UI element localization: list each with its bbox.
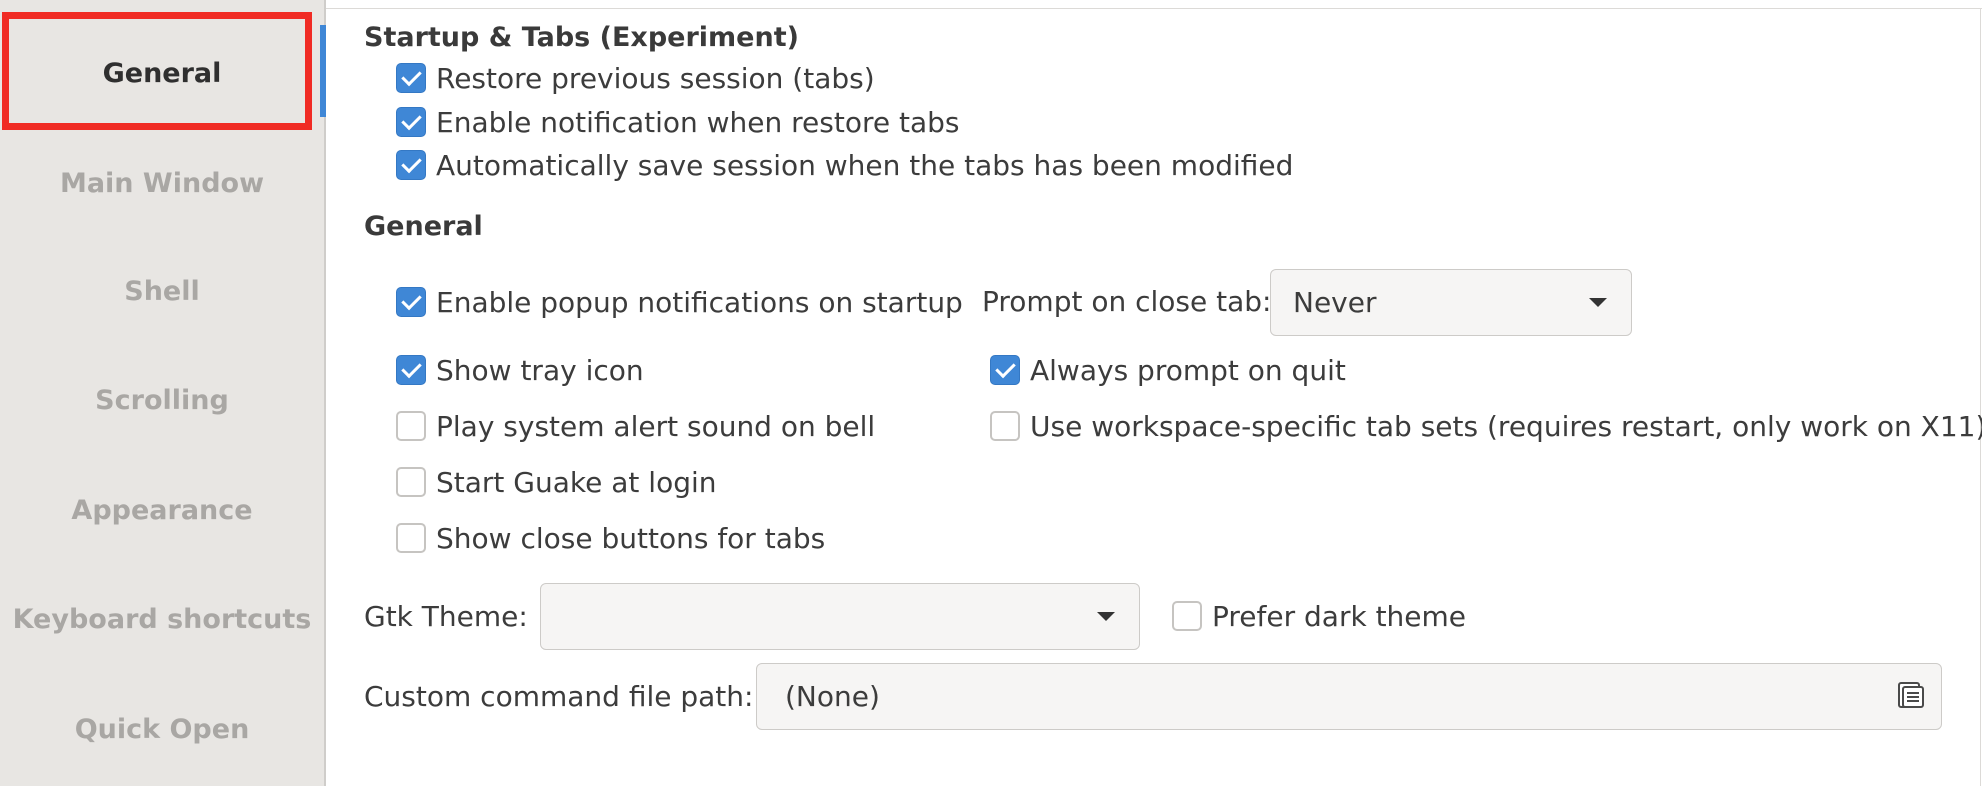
sidebar-item-scrolling[interactable]: Scrolling [0, 345, 324, 455]
restore-session-label: Restore previous session (tabs) [436, 61, 875, 95]
show-tray-icon-checkbox[interactable]: Show tray icon [396, 352, 644, 388]
top-divider [326, 8, 1982, 9]
sidebar-item-keyboard-shortcuts[interactable]: Keyboard shortcuts [0, 564, 324, 674]
start-at-login-label: Start Guake at login [436, 465, 717, 499]
check-icon [396, 150, 426, 180]
workspace-tab-sets-checkbox[interactable]: Use workspace-specific tab sets (require… [990, 408, 1982, 444]
custom-cmd-file-chooser[interactable]: (None) [756, 663, 1942, 730]
prompt-close-tab-dropdown[interactable]: Never [1270, 269, 1632, 336]
restore-notification-checkbox[interactable]: Enable notification when restore tabs [396, 104, 960, 140]
alert-sound-checkbox[interactable]: Play system alert sound on bell [396, 408, 875, 444]
custom-cmd-label: Custom command file path: [364, 680, 754, 713]
restore-notification-label: Enable notification when restore tabs [436, 105, 960, 139]
active-tab-indicator [320, 25, 326, 117]
prompt-close-tab-value: Never [1293, 286, 1377, 319]
chevron-down-icon [1589, 298, 1607, 307]
alert-sound-label: Play system alert sound on bell [436, 409, 876, 443]
prefer-dark-theme-checkbox[interactable]: Prefer dark theme [1172, 598, 1466, 634]
chevron-down-icon [1097, 612, 1115, 621]
right-divider [1980, 8, 1981, 786]
workspace-tab-sets-label: Use workspace-specific tab sets (require… [1030, 409, 1982, 443]
sidebar-item-main-window[interactable]: Main Window [0, 128, 324, 238]
close-buttons-checkbox[interactable]: Show close buttons for tabs [396, 520, 825, 556]
autosave-session-label: Automatically save session when the tabs… [436, 148, 1294, 182]
check-icon [396, 107, 426, 137]
custom-cmd-value: (None) [785, 680, 880, 713]
sidebar-item-appearance[interactable]: Appearance [0, 455, 324, 565]
check-icon [396, 287, 426, 317]
check-icon [396, 63, 426, 93]
general-section-title: General [364, 211, 483, 242]
checkbox-empty [396, 411, 426, 441]
prompt-on-quit-label: Always prompt on quit [1030, 353, 1346, 387]
popup-notifications-checkbox[interactable]: Enable popup notifications on startup [396, 284, 963, 320]
checkbox-empty [396, 523, 426, 553]
prefer-dark-theme-label: Prefer dark theme [1212, 599, 1467, 633]
checkbox-empty [1172, 601, 1202, 631]
start-at-login-checkbox[interactable]: Start Guake at login [396, 464, 717, 500]
settings-sidebar: General Main Window Shell Scrolling Appe… [0, 0, 326, 786]
sidebar-item-quick-open[interactable]: Quick Open [0, 674, 324, 784]
prompt-on-quit-checkbox[interactable]: Always prompt on quit [990, 352, 1346, 388]
gtk-theme-dropdown[interactable] [540, 583, 1140, 650]
check-icon [396, 355, 426, 385]
check-icon [990, 355, 1020, 385]
restore-session-checkbox[interactable]: Restore previous session (tabs) [396, 60, 875, 96]
document-icon [1895, 680, 1925, 714]
checkbox-empty [396, 467, 426, 497]
sidebar-item-shell[interactable]: Shell [0, 236, 324, 346]
autosave-session-checkbox[interactable]: Automatically save session when the tabs… [396, 147, 1293, 183]
sidebar-item-general[interactable]: General [0, 18, 324, 128]
close-buttons-label: Show close buttons for tabs [436, 521, 826, 555]
gtk-theme-label: Gtk Theme: [364, 600, 528, 633]
startup-section-title: Startup & Tabs (Experiment) [364, 22, 799, 53]
show-tray-icon-label: Show tray icon [436, 353, 644, 387]
popup-notifications-label: Enable popup notifications on startup [436, 285, 963, 319]
prompt-close-tab-label: Prompt on close tab: [982, 285, 1272, 318]
checkbox-empty [990, 411, 1020, 441]
